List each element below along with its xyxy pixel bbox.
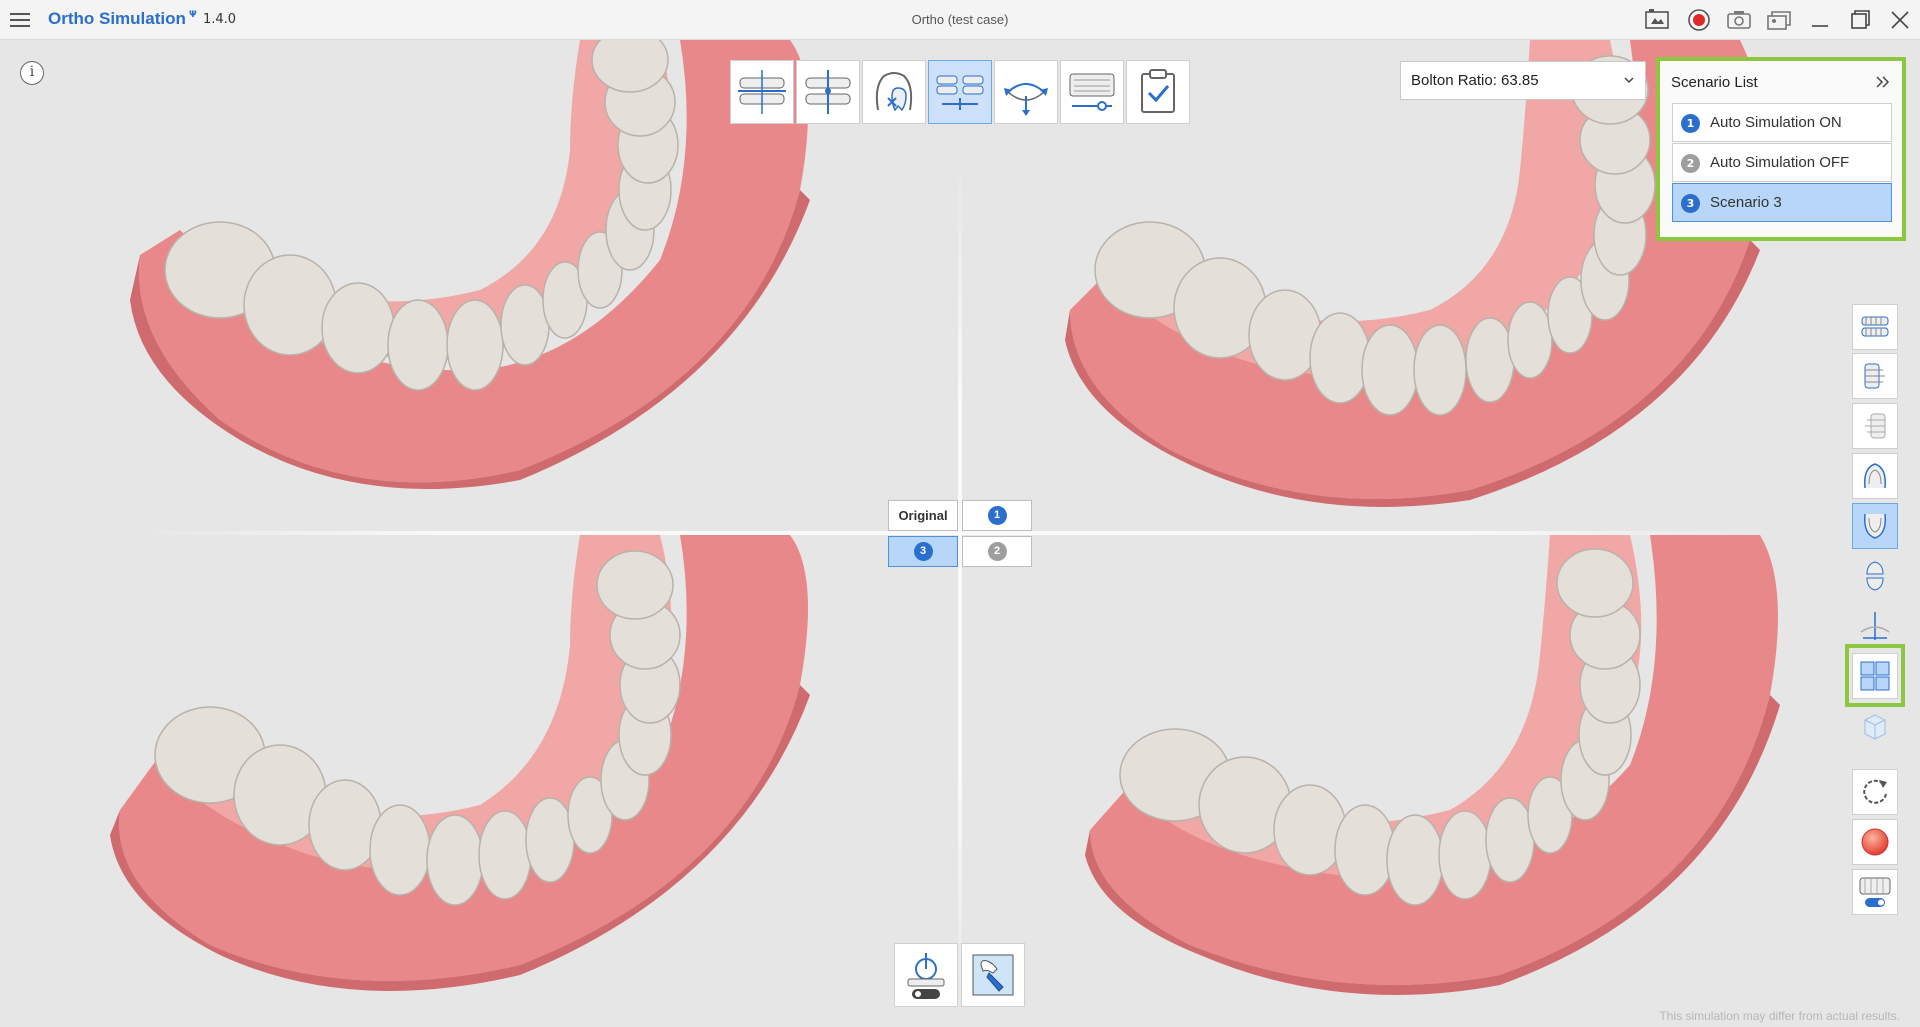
midline-icon[interactable] [796, 60, 860, 124]
viewport-divider-horizontal [130, 531, 1780, 535]
bolton-ratio-label: Bolton Ratio: 63.85 [1411, 72, 1539, 89]
compare-scenario-1-button[interactable]: 1 [962, 500, 1032, 531]
tooth-select-icon[interactable] [961, 943, 1025, 1007]
viewport-divider-vertical [958, 160, 962, 1020]
auto-ipr-off-icon[interactable] [894, 943, 958, 1007]
scenario-item-label: Auto Simulation ON [1710, 114, 1842, 131]
scenario-item-2[interactable]: 2 Auto Simulation OFF [1672, 143, 1892, 182]
bolton-ratio-dropdown[interactable]: Bolton Ratio: 63.85 [1400, 61, 1646, 100]
view-lower-icon[interactable] [1852, 503, 1898, 549]
scenario-number-badge: 3 [1681, 194, 1700, 213]
title-bar: Ortho Simulation Ψ 1.4.0 Ortho (test cas… [0, 0, 1920, 40]
scenario-item-3[interactable]: 3 Scenario 3 [1672, 183, 1892, 222]
chevron-down-icon [1624, 77, 1634, 84]
scenario-item-1[interactable]: 1 Auto Simulation ON [1672, 103, 1892, 142]
scenario-number-badge: 2 [987, 542, 1007, 561]
compare-scenario-2-button[interactable]: 2 [962, 536, 1032, 567]
reset-view-icon[interactable] [1852, 769, 1898, 815]
gallery-icon[interactable] [1766, 8, 1792, 32]
viewport-bottom-left[interactable] [100, 535, 820, 1005]
scenario-list-panel: Scenario List 1 Auto Simulation ON 2 Aut… [1656, 57, 1906, 241]
arch-compare-icon[interactable] [928, 60, 992, 124]
view-right-icon[interactable] [1852, 353, 1898, 399]
tooth-exclude-icon[interactable] [862, 60, 926, 124]
minimize-icon[interactable] [1807, 8, 1833, 32]
scenario-number-badge: 2 [1681, 154, 1700, 173]
view-front-icon[interactable] [1852, 304, 1898, 350]
ipr-slider-icon[interactable] [1060, 60, 1124, 124]
confirm-clipboard-icon[interactable] [1126, 60, 1190, 124]
view-left-icon[interactable] [1852, 403, 1898, 449]
viewport-top-left[interactable] [100, 27, 820, 520]
top-toolbar [730, 60, 1190, 124]
scenario-number-badge: 1 [1681, 114, 1700, 133]
axis-icon[interactable] [1852, 603, 1898, 649]
close-icon[interactable] [1887, 8, 1913, 32]
collapse-double-chevron-icon[interactable] [1874, 73, 1892, 91]
jaw-model-scenario-3 [110, 535, 810, 991]
scenario-list-title: Scenario List [1671, 74, 1758, 91]
occlusion-plane-icon[interactable] [730, 60, 794, 124]
maximize-icon[interactable] [1847, 8, 1873, 32]
jaw-model-scenario-2 [1085, 535, 1780, 995]
scenario-number-badge: 3 [913, 542, 933, 561]
capture-view-icon[interactable] [1644, 8, 1670, 32]
attachment-on-icon[interactable] [1852, 869, 1898, 915]
case-title: Ortho (test case) [911, 12, 1009, 27]
compare-original-label: Original [898, 508, 948, 523]
record-icon[interactable] [1686, 8, 1712, 32]
rotate-arch-icon[interactable] [994, 60, 1058, 124]
scenario-number-badge: 1 [987, 506, 1007, 525]
scenario-item-label: Auto Simulation OFF [1710, 154, 1850, 171]
jaw-model-original [130, 27, 810, 489]
info-icon[interactable]: i [20, 61, 44, 85]
quad-view-highlight-frame [1845, 644, 1905, 707]
viewport-bottom-right[interactable] [1080, 535, 1780, 1005]
scenario-item-label: Scenario 3 [1710, 194, 1782, 211]
compare-scenario-3-button[interactable]: 3 [888, 536, 958, 567]
compare-original-button[interactable]: Original [888, 500, 958, 531]
simulation-disclaimer: This simulation may differ from actual r… [1659, 1009, 1900, 1023]
view-upper-icon[interactable] [1852, 453, 1898, 499]
camera-icon[interactable] [1726, 8, 1752, 32]
view-split-icon[interactable] [1852, 553, 1898, 599]
color-icon[interactable] [1852, 819, 1898, 865]
cube-view-icon[interactable] [1852, 703, 1898, 749]
